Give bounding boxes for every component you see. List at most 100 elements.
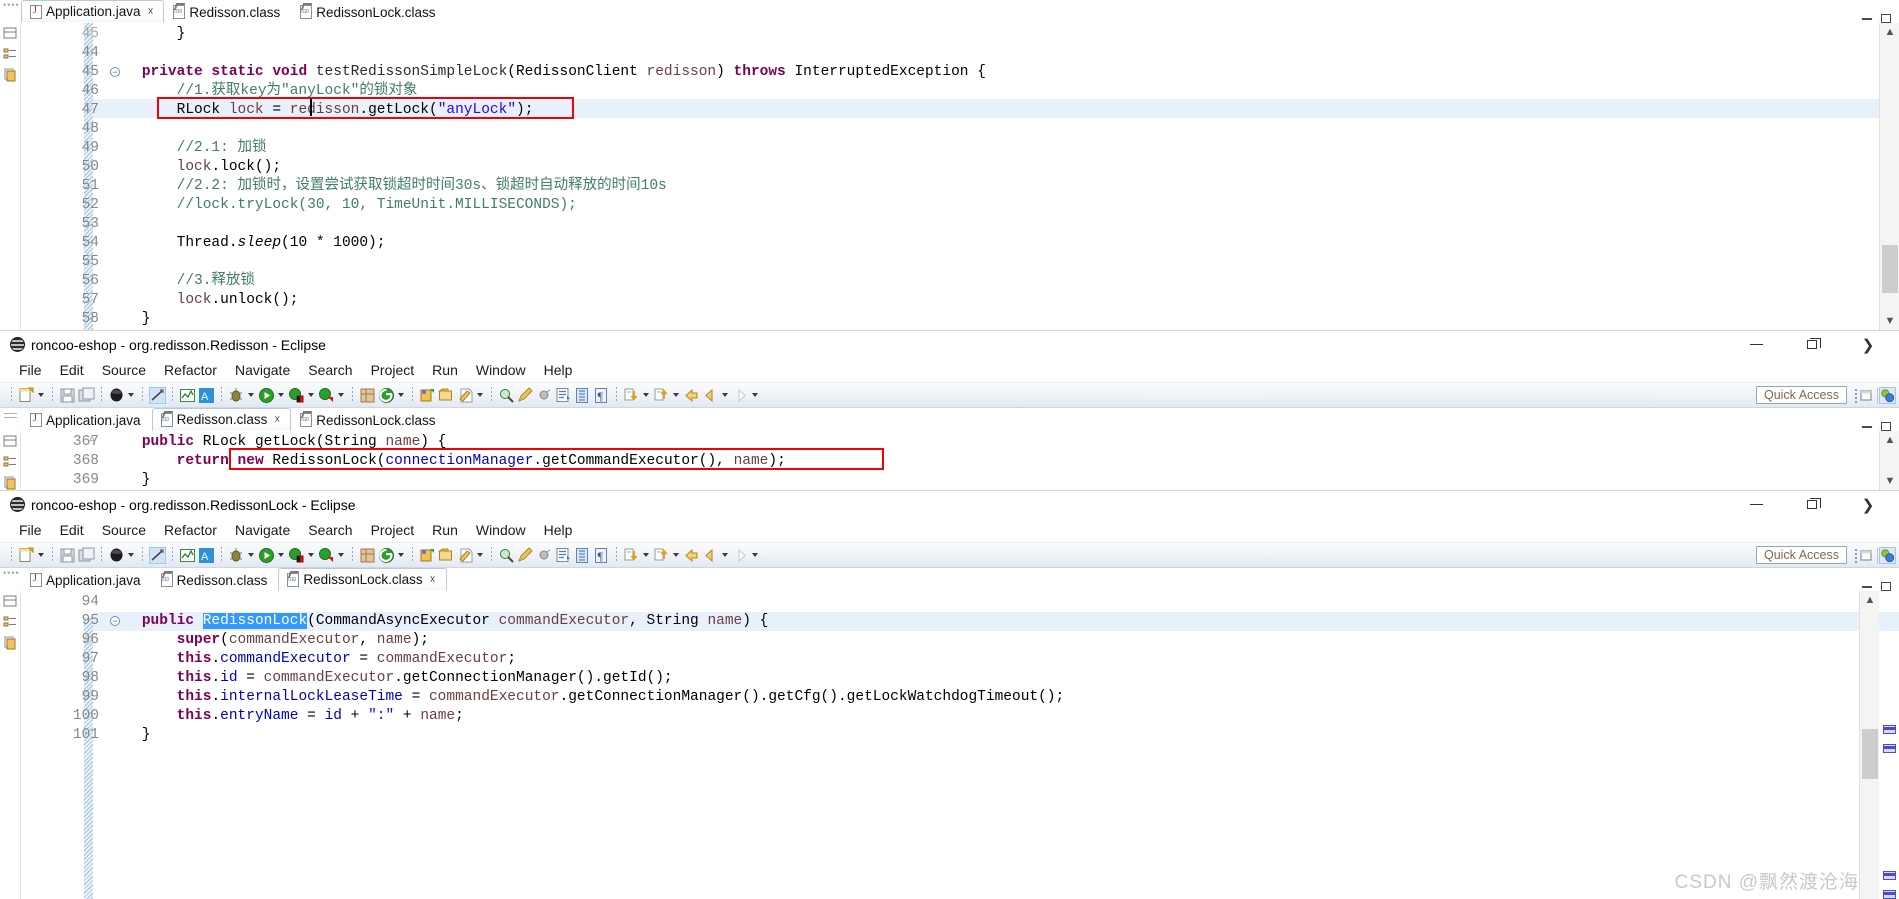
open-perspective-icon[interactable] [1860,388,1875,403]
chevron-down-icon[interactable] [276,547,285,564]
toolbar-newjava-icon[interactable] [419,387,436,404]
toolbar-run-icon[interactable] [258,547,275,564]
toolbar-debug-icon[interactable] [228,547,245,564]
chevron-down-icon[interactable] [126,387,135,404]
chevron-down-icon[interactable] [126,547,135,564]
dock-button-1[interactable] [1882,725,1896,735]
menu-search[interactable]: Search [299,522,361,538]
menu-file[interactable]: File [10,522,51,538]
toolbar-up-icon[interactable] [653,387,670,404]
toolbar-up-icon[interactable] [653,547,670,564]
toolbar-newjava-icon[interactable] [419,547,436,564]
chevron-down-icon[interactable] [475,387,484,404]
chevron-down-icon[interactable] [336,547,345,564]
scroll-up-icon[interactable]: ▲ [1880,431,1899,449]
menu-window[interactable]: Window [467,522,535,538]
minimize-button[interactable] [1743,494,1769,516]
chevron-down-icon[interactable] [396,547,405,564]
code-line[interactable]: this.commandExecutor = commandExecutor; [107,650,516,669]
fold-toggle-icon[interactable]: − [110,67,120,77]
toolbar-down-icon[interactable] [623,547,640,564]
toolbar-back2-icon[interactable] [702,547,719,564]
toolbar-pencil-icon[interactable] [517,546,534,564]
code-line[interactable]: private static void testRedissonSimpleLo… [107,63,986,82]
menu-file[interactable]: File [10,362,51,378]
dock-button-3[interactable] [1882,871,1896,881]
tab-redisson-class[interactable]: Redisson.class [151,568,279,591]
menu-project[interactable]: Project [362,362,424,378]
chevron-down-icon[interactable] [336,387,345,404]
toggle-breadcrumb-icon[interactable] [3,594,17,608]
chevron-down-icon[interactable] [276,387,285,404]
chevron-down-icon[interactable] [671,547,680,564]
toolbar-saveall-icon[interactable] [78,387,95,404]
vertical-scrollbar-3[interactable]: ▲ [1859,591,1879,899]
chevron-down-icon[interactable] [246,547,255,564]
toolbar-para-icon[interactable]: ¶ [593,547,610,564]
outline-icon[interactable] [3,615,17,629]
toolbar-blue-icon[interactable] [574,547,591,564]
close-icon[interactable]: ☓ [430,573,436,586]
toolbar-fwd-icon[interactable] [732,387,749,404]
tab-application-java[interactable]: Application.java ☓ [21,0,165,23]
toolbar-extsep-icon[interactable] [359,387,376,404]
outline-icon[interactable] [3,47,17,61]
scroll-down-icon[interactable]: ▼ [1880,472,1899,490]
menu-edit[interactable]: Edit [51,362,93,378]
toolbar-saveall-icon[interactable] [78,547,95,564]
toolbar-search-icon[interactable] [498,547,515,564]
scrollbar-thumb[interactable] [1862,729,1878,779]
toolbar-print-icon[interactable] [108,547,125,564]
minimize-icon[interactable] [1862,425,1872,428]
menu-source[interactable]: Source [93,522,155,538]
tab-redisson-class[interactable]: Redisson.class [164,0,292,23]
toolbar-print-icon[interactable] [108,387,125,404]
toolbar-chart-icon[interactable] [179,387,196,404]
quick-access-field[interactable]: Quick Access [1755,386,1847,404]
code-line[interactable]: } [107,25,186,44]
scroll-down-icon[interactable]: ▼ [1880,312,1899,330]
scrollbar-thumb[interactable] [1882,245,1898,293]
menu-navigate[interactable]: Navigate [226,362,299,378]
chevron-down-icon[interactable] [641,387,650,404]
code-text-3[interactable]: public RedissonLock(CommandAsyncExecutor… [107,593,1879,899]
minimize-icon[interactable] [1862,17,1872,20]
chevron-down-icon[interactable] [306,547,315,564]
chevron-down-icon[interactable] [36,387,45,404]
java-perspective-icon[interactable] [1879,547,1896,564]
restore-button[interactable] [1799,494,1825,516]
menu-window[interactable]: Window [467,362,535,378]
code-line[interactable]: this.internalLockLeaseTime = commandExec… [107,688,1065,707]
java-perspective-icon[interactable] [1879,387,1896,404]
toolbar-chart-icon[interactable] [179,547,196,564]
toolbar-marker-icon[interactable] [536,547,553,564]
chevron-down-icon[interactable] [671,387,680,404]
menu-refactor[interactable]: Refactor [155,362,226,378]
code-line[interactable]: super(commandExecutor, name); [107,631,429,650]
menu-refactor[interactable]: Refactor [155,522,226,538]
code-line[interactable]: //3.释放锁 [107,272,255,291]
toolbar-extsep-icon[interactable] [359,547,376,564]
toolbar-runcfg-icon[interactable] [288,547,305,564]
toolbar-anno-icon[interactable]: A [198,387,215,404]
toolbar-marker-icon[interactable] [536,387,553,404]
toolbar-debug-icon[interactable] [228,387,245,404]
toggle-breadcrumb-icon[interactable] [3,434,17,448]
tab-application-java[interactable]: Application.java [21,408,152,431]
vertical-scrollbar-1[interactable]: ▲ ▼ [1879,23,1899,330]
chevron-down-icon[interactable] [306,387,315,404]
code-editor-1[interactable]: } private static void testRedissonSimple… [0,23,1899,330]
toolbar-gripper[interactable] [1855,549,1857,563]
fold-toggle-icon[interactable]: − [110,616,120,626]
toolbar-runcfg-icon[interactable] [288,387,305,404]
code-line[interactable]: //lock.tryLock(30, 10, TimeUnit.MILLISEC… [107,196,577,215]
quick-access-field[interactable]: Quick Access [1755,546,1847,564]
toolbar-git-icon[interactable] [378,387,395,404]
chevron-down-icon[interactable] [720,387,729,404]
toolbar-blue-icon[interactable] [574,387,591,404]
chevron-down-icon[interactable] [750,547,759,564]
chevron-down-icon[interactable] [396,387,405,404]
menu-help[interactable]: Help [535,362,582,378]
code-line[interactable]: //2.2: 加锁时，设置尝试获取锁超时时间30s、锁超时自动释放的时间10s [107,177,667,196]
more-button[interactable]: ❯ [1855,334,1881,356]
